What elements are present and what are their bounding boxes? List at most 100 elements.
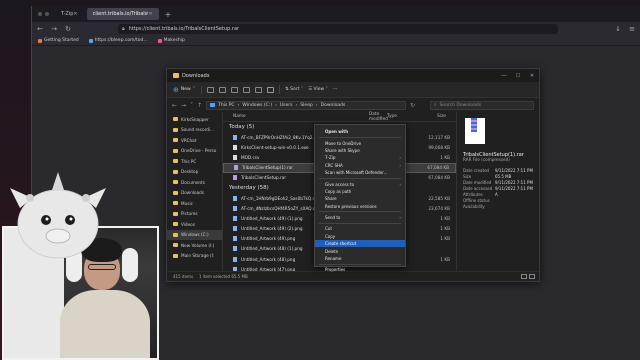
nav-item[interactable]: Documents [167,177,222,188]
column-type[interactable]: Type [387,114,397,119]
back-icon[interactable]: ← [172,102,177,109]
nav-item[interactable]: VRChat [167,135,222,146]
cut-icon[interactable] [206,86,214,93]
nav-item[interactable]: Windows (C:) [167,229,222,240]
chevron-right-icon: › [399,215,401,221]
nav-item[interactable]: Desktop [167,167,222,178]
bookmark-item[interactable]: https://bleep.com/tod... [88,38,148,43]
bookmark-item[interactable]: Makeship [157,38,185,43]
meta-key: Size [463,174,472,179]
nav-item-label: Downloads [181,190,204,196]
context-menu-item[interactable]: Send to › [315,214,405,221]
file-icon [233,154,237,160]
meta-value: 9/11/2022 7:11 PM [495,180,533,185]
sort-button[interactable]: ⇅ Sort ˅ [285,87,303,92]
context-menu-item[interactable]: Copy [315,233,405,240]
file-icon [233,195,237,201]
folder-icon [173,232,178,237]
reload-icon[interactable]: ↻ [64,25,72,33]
minimize-icon[interactable]: — [497,73,511,79]
paste-icon[interactable] [230,86,238,93]
nav-item[interactable]: Music [167,198,222,209]
bookmark-icon [88,38,93,43]
close-icon[interactable]: ✕ [525,73,539,79]
file-name: AT-cm_1HNrb9gDEoh2_Sas0bTkQ.mp4 [241,195,315,201]
context-menu-item[interactable]: CRC SHA › [315,162,405,169]
context-menu-item[interactable]: Cut [315,225,405,232]
menu-icon[interactable]: ≡ [628,25,636,33]
forward-icon[interactable]: → [181,102,186,109]
column-name[interactable]: Name [223,114,293,119]
file-icon [233,236,237,242]
column-size[interactable]: Size [437,114,446,119]
context-menu-label: Give access to [325,181,355,187]
view-button[interactable]: ☰ View ˅ [308,87,328,92]
context-menu-label: CRC SHA [325,162,343,168]
file-size: 67,084 KB [427,165,449,171]
context-menu-item[interactable]: Delete [315,247,405,254]
nav-item[interactable]: Videos [167,219,222,230]
download-icon[interactable]: ↓ [614,25,622,33]
breadcrumb-item[interactable]: Users [280,103,293,108]
new-button[interactable]: ⊕ New ˅ [173,85,202,94]
context-menu-item[interactable]: Share with Skype [315,147,405,154]
tiles-view-icon[interactable] [529,274,535,279]
close-icon[interactable]: ✕ [73,11,77,17]
refresh-icon[interactable]: ↻ [410,102,415,109]
file-icon [233,144,237,150]
context-menu-item[interactable]: Copy as path [315,188,405,195]
folder-icon [173,211,178,216]
address-bar[interactable]: This PC › Windows (C:) › Users › Sleep › Dow… [206,100,407,110]
nav-item[interactable]: Downloads [167,188,222,199]
breadcrumb-item[interactable]: Sleep [300,103,313,108]
context-menu-item[interactable]: Restore previous versions [315,203,405,210]
more-options-icon[interactable]: ··· [333,87,337,92]
chevron-down-icon[interactable]: ˅ [190,102,193,109]
context-menu-item[interactable]: Scan with Microsoft Defender... [315,169,405,176]
browser-tab[interactable]: T-Zip ✕ [55,8,84,20]
rename-icon[interactable] [242,86,250,93]
chevron-right-icon: › [399,155,401,161]
up-icon[interactable]: ↑ [197,102,202,109]
context-menu-item[interactable]: Move to OneDrive [315,139,405,146]
context-menu-item[interactable]: Share [315,195,405,202]
file-icon [233,134,237,140]
computer-icon [210,103,216,107]
forward-icon[interactable]: → [50,25,58,33]
context-menu-item[interactable]: Rename [315,255,405,262]
copy-icon[interactable] [218,86,226,93]
breadcrumb-item[interactable]: Downloads [321,103,346,108]
folder-icon [173,222,178,227]
close-icon[interactable]: ✕ [148,11,152,17]
breadcrumb-item[interactable]: Windows (C:) [242,103,272,108]
context-menu-item[interactable]: Properties [315,266,405,273]
nav-item[interactable]: Sound recordi... [167,125,222,136]
context-menu-item[interactable]: Open with [315,128,405,135]
new-tab-icon[interactable]: + [165,10,172,19]
back-icon[interactable]: ← [36,25,44,33]
nav-item[interactable]: Pictures [167,209,222,220]
delete-icon[interactable] [266,86,274,93]
details-view-icon[interactable] [521,274,527,279]
preview-pane: TribalsClientSetup(1).rar RAR File (comp… [457,112,539,271]
folder-icon [173,159,178,164]
url-bar[interactable]: 🔒︎ https://client.tribals.io/TribalsClien… [118,24,558,34]
chevron-down-icon: ˅ [192,87,195,92]
nav-item[interactable]: KirksSnapper [167,114,222,125]
search-input[interactable]: ⌕ Search Downloads [430,100,534,110]
nav-item[interactable]: This PC [167,156,222,167]
nav-item[interactable]: New Volume (I:) [167,240,222,251]
maximize-icon[interactable]: ☐ [511,73,525,79]
nav-item[interactable]: Main Storage (I: [167,251,222,262]
nav-item[interactable]: OneDrive - Perso [167,146,222,157]
browser-tab-active[interactable]: client.tribals.io/TribalsCli...✕ [86,8,159,20]
context-menu-item[interactable]: Give access to › [315,180,405,187]
column-date[interactable]: Date modified [293,112,388,122]
context-menu-item[interactable]: 7-Zip › [315,154,405,161]
bookmark-item[interactable]: Getting Started [38,38,79,43]
preview-meta-row: Availability [463,204,539,210]
context-menu-item[interactable]: Create shortcut [315,240,405,248]
share-icon[interactable] [254,86,262,93]
file-name: KirksClient-setup-win-v0.0.1.exe [241,144,309,150]
breadcrumb-item[interactable]: This PC [218,103,234,108]
